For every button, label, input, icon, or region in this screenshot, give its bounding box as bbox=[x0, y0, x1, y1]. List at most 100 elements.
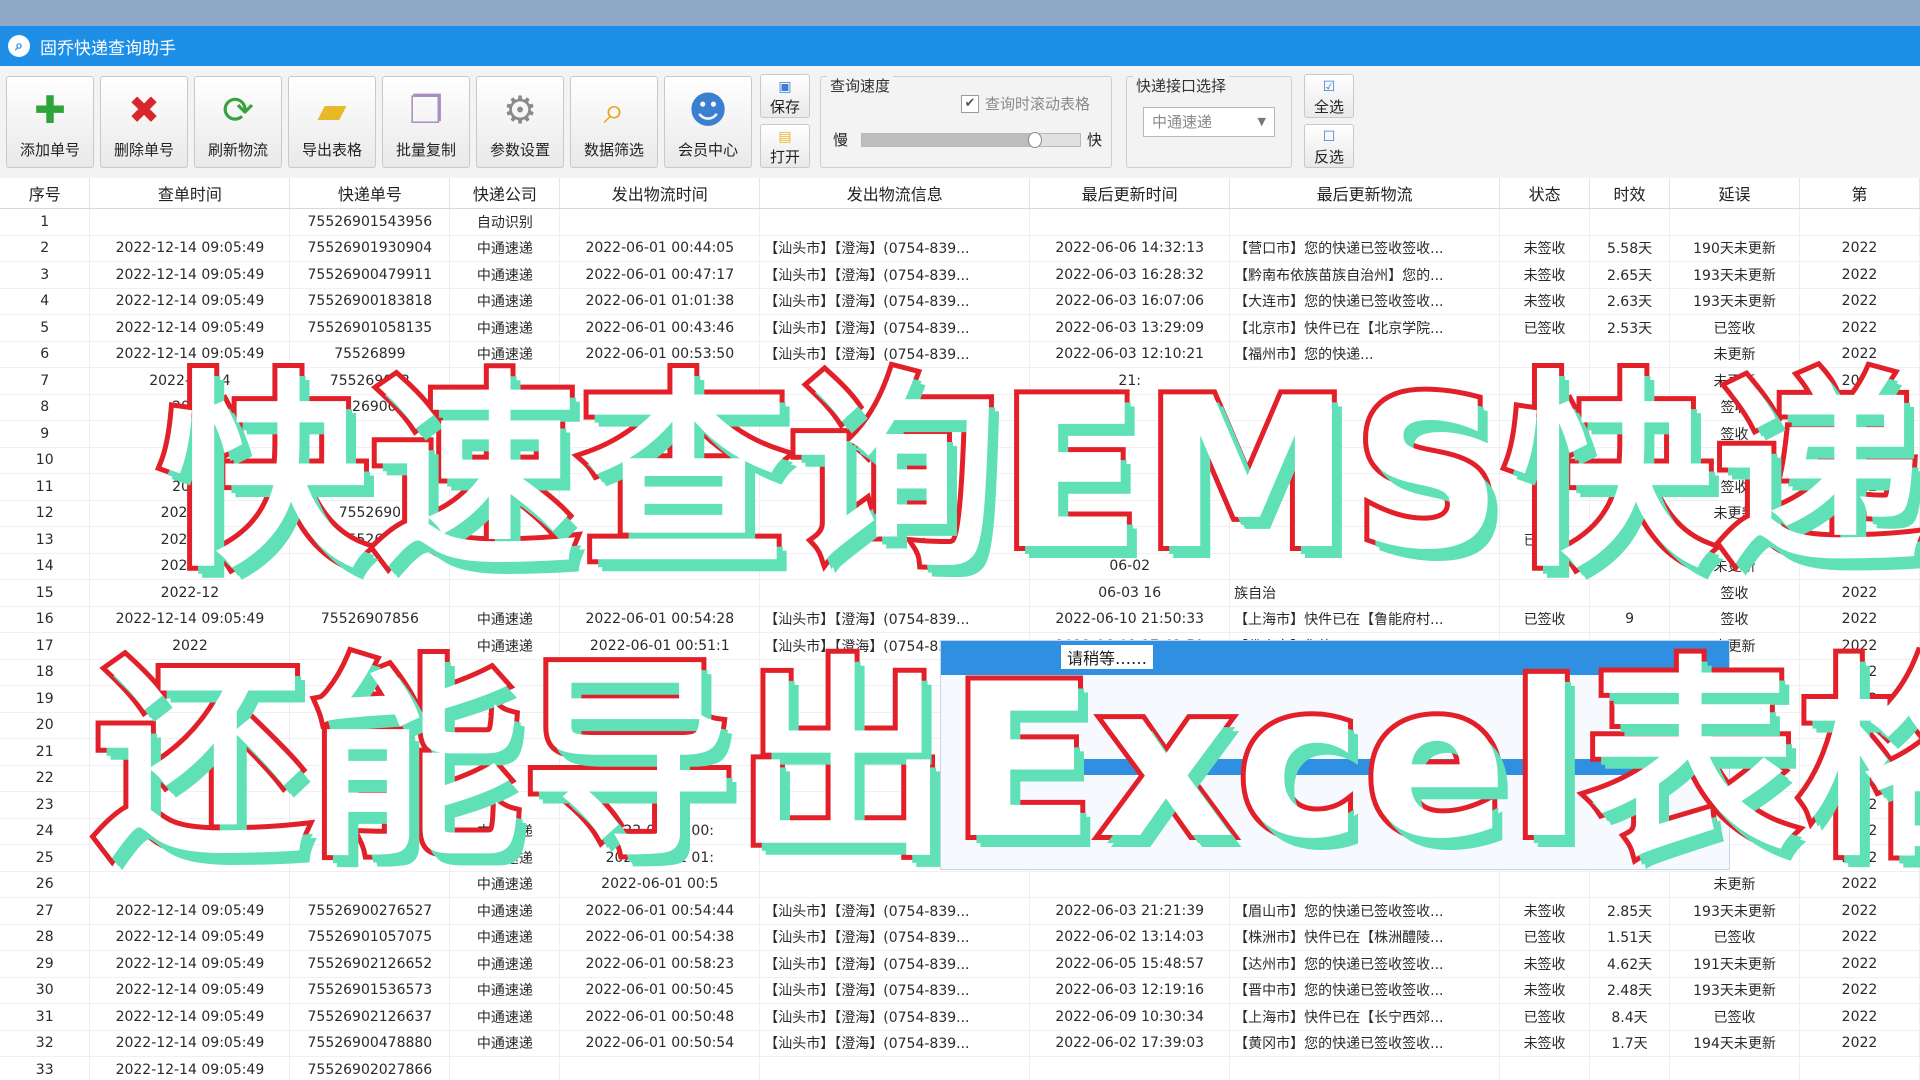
table-row[interactable]: 27 2022-12-14 09:05:49 75526900276527 中通速递 2… bbox=[0, 897, 1920, 925]
table-cell: 75526901057075 bbox=[289, 924, 451, 951]
table-row[interactable]: 2 2022-12-14 09:05:49 75526901930904 中通速递 20… bbox=[0, 235, 1920, 262]
add-plus-icon: ✚ bbox=[34, 88, 66, 132]
button-label: 删除单号 bbox=[113, 141, 174, 159]
table-row[interactable]: 29 2022-12-14 09:05:49 75526902126652 中通速递 2… bbox=[0, 950, 1920, 978]
scroll-checkbox-label: 查询时滚动表格 bbox=[985, 95, 1091, 113]
table-cell: 11 bbox=[0, 473, 91, 501]
table-cell: 未签收 bbox=[1499, 977, 1591, 1004]
column-header[interactable]: 快递单号 bbox=[289, 178, 451, 209]
column-header[interactable]: 时效 bbox=[1589, 178, 1671, 209]
table-cell bbox=[1589, 208, 1671, 236]
table-cell bbox=[1029, 1056, 1231, 1080]
checkbox-check-icon: ✔ bbox=[961, 94, 979, 113]
table-cell: 中通速递 bbox=[449, 261, 561, 289]
column-header[interactable]: 第 bbox=[1799, 178, 1920, 209]
table-cell: 【汕头市】【澄海】(0754-839... bbox=[759, 261, 1031, 289]
table-cell: 自动识别 bbox=[449, 208, 561, 236]
table-cell: 2022-06-09 10:30:34 bbox=[1029, 1003, 1231, 1031]
column-header[interactable]: 延误 bbox=[1669, 178, 1800, 209]
table-cell: 75526900478880 bbox=[289, 1030, 451, 1057]
speed-slider-thumb[interactable] bbox=[1028, 132, 1042, 148]
table-cell: 32 bbox=[0, 1030, 91, 1057]
table-cell: 2022-12-14 09:05:49 bbox=[89, 924, 291, 951]
table-cell: 1 bbox=[0, 208, 91, 236]
table-cell bbox=[1799, 1056, 1920, 1080]
column-header[interactable]: 查单时间 bbox=[89, 178, 291, 209]
export-table-button[interactable]: ▰ 导出表格 bbox=[288, 76, 376, 168]
table-row[interactable]: 33 2022-12-14 09:05:49 75526902027866 bbox=[0, 1056, 1920, 1080]
column-header[interactable]: 状态 bbox=[1499, 178, 1591, 209]
table-cell: 2022-06-01 00:47:17 bbox=[559, 261, 761, 289]
table-cell: 193天未更新 bbox=[1669, 977, 1800, 1004]
table-cell: 75526900276527 bbox=[289, 897, 451, 925]
table-cell: 6 bbox=[0, 341, 91, 368]
delete-number-button[interactable]: ✖ 删除单号 bbox=[100, 76, 188, 168]
table-cell: 【汕头市】【澄海】(0754-839... bbox=[759, 1030, 1031, 1057]
table-cell: 14 bbox=[0, 553, 91, 580]
table-cell: 2022-06-03 16:28:32 bbox=[1029, 261, 1231, 289]
table-cell bbox=[1229, 1056, 1501, 1080]
column-header[interactable]: 发出物流信息 bbox=[759, 178, 1031, 209]
table-cell bbox=[1589, 1056, 1671, 1080]
table-cell: 2022-06-03 12:19:16 bbox=[1029, 977, 1231, 1004]
api-group: 快递接口选择 中通速递 ▼ bbox=[1126, 75, 1292, 168]
table-cell: 9 bbox=[0, 420, 91, 448]
invert-selection-button[interactable]: ☐ 反选 bbox=[1304, 124, 1354, 168]
top-strip bbox=[0, 0, 1920, 26]
table-cell: 2022-06-05 15:48:57 bbox=[1029, 950, 1231, 978]
table-cell: 2022 bbox=[1799, 261, 1920, 289]
column-header[interactable]: 最后更新物流 bbox=[1229, 178, 1501, 209]
table-row[interactable]: 28 2022-12-14 09:05:49 75526901057075 中通速递 2… bbox=[0, 924, 1920, 951]
select-all-button[interactable]: ☑ 全选 bbox=[1304, 74, 1354, 118]
table-cell: 10 bbox=[0, 447, 91, 474]
add-number-button[interactable]: ✚ 添加单号 bbox=[6, 76, 94, 168]
column-header[interactable]: 快递公司 bbox=[449, 178, 561, 209]
table-cell: 8.4天 bbox=[1589, 1003, 1671, 1031]
table-row[interactable]: 1 75526901543956 自动识别 bbox=[0, 208, 1920, 236]
save-button[interactable]: ▣ 保存 bbox=[760, 74, 810, 118]
table-cell bbox=[1499, 208, 1591, 236]
column-header[interactable]: 最后更新时间 bbox=[1029, 178, 1231, 209]
table-cell: 【晋中市】您的快递已签收签收... bbox=[1229, 977, 1501, 1004]
table-cell bbox=[1799, 208, 1920, 236]
table-cell: 26 bbox=[0, 871, 91, 898]
member-center-button[interactable]: ☻ 会员中心 bbox=[664, 76, 752, 168]
table-cell: 2.48天 bbox=[1589, 977, 1671, 1004]
api-select[interactable]: 中通速递 ▼ bbox=[1143, 107, 1275, 137]
table-row[interactable]: 3 2022-12-14 09:05:49 75526900479911 中通速递 20… bbox=[0, 261, 1920, 289]
table-cell: 2022-06-01 00:50:45 bbox=[559, 977, 761, 1004]
table-row[interactable]: 31 2022-12-14 09:05:49 75526902126637 中通速递 2… bbox=[0, 1003, 1920, 1031]
settings-button[interactable]: ⚙ 参数设置 bbox=[476, 76, 564, 168]
table-row[interactable]: 30 2022-12-14 09:05:49 75526901536573 中通速递 2… bbox=[0, 977, 1920, 1004]
button-label: 刷新物流 bbox=[207, 141, 268, 159]
api-group-title: 快递接口选择 bbox=[1133, 75, 1230, 96]
data-filter-button[interactable]: ⌕ 数据筛选 bbox=[570, 76, 658, 168]
copy-icon: ❐ bbox=[408, 88, 444, 132]
table-cell bbox=[559, 1056, 761, 1080]
table-cell: 19 bbox=[0, 685, 91, 713]
table-cell: 7 bbox=[0, 367, 91, 395]
scroll-table-checkbox[interactable]: ✔ 查询时滚动表格 bbox=[961, 93, 1090, 114]
column-header[interactable]: 序号 bbox=[0, 178, 91, 209]
refresh-logistics-button[interactable]: ⟳ 刷新物流 bbox=[194, 76, 282, 168]
select-all-icon: ☑ bbox=[1322, 79, 1336, 95]
delete-x-icon: ✖ bbox=[128, 88, 160, 132]
chevron-down-icon: ▼ bbox=[1257, 115, 1266, 128]
table-cell: 2022 bbox=[1799, 1030, 1920, 1057]
table-row[interactable]: 32 2022-12-14 09:05:49 75526900478880 中通速递 2… bbox=[0, 1030, 1920, 1057]
column-header[interactable]: 发出物流时间 bbox=[559, 178, 761, 209]
batch-copy-button[interactable]: ❐ 批量复制 bbox=[382, 76, 470, 168]
members-icon: ☻ bbox=[688, 88, 728, 132]
table-cell: 已签收 bbox=[1669, 924, 1800, 951]
table-cell: 15 bbox=[0, 579, 91, 607]
table-cell: 1.51天 bbox=[1589, 924, 1671, 951]
invert-label: 反选 bbox=[1313, 148, 1344, 166]
table-cell: 2022-06-01 00:44:05 bbox=[559, 235, 761, 262]
open-button[interactable]: ▤ 打开 bbox=[760, 124, 810, 168]
table-cell: 【黔南布依族苗族自治州】您的... bbox=[1229, 261, 1501, 289]
filter-search-icon: ⌕ bbox=[603, 88, 625, 132]
table-cell: 未签收 bbox=[1499, 950, 1591, 978]
table-cell: 2022-06-01 00:54:44 bbox=[559, 897, 761, 925]
speed-slider[interactable] bbox=[861, 132, 1081, 148]
table-cell: 未签收 bbox=[1499, 897, 1591, 925]
